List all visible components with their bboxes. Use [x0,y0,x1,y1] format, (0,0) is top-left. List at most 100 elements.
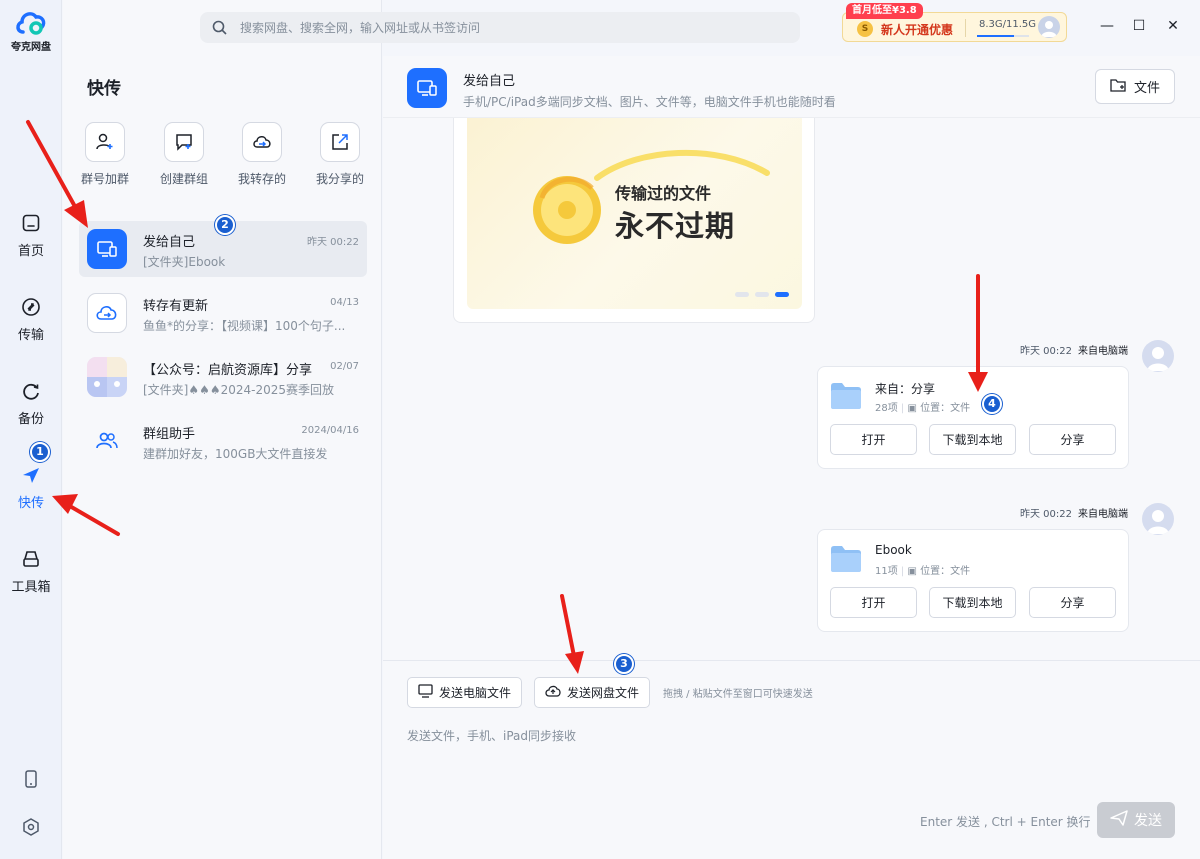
promo-card: 传输过的文件 永不过期 [453,118,815,323]
message-source: 来自电脑端 [1078,509,1128,520]
share-out-icon [320,122,360,162]
drag-hint: 拖拽 / 粘贴文件至窗口可快速发送 [663,689,813,700]
maximize-button[interactable]: ☐ [1129,16,1149,36]
group-avatar [87,357,127,397]
conversation-preview: 鱼鱼*的分享：【视频课】100个句子... [143,319,346,333]
chat-title: 发给自己 [463,74,516,89]
app-name: 夸克网盘 [11,42,51,53]
promo-banner-image[interactable]: 传输过的文件 永不过期 [467,118,802,309]
conversation-item[interactable]: 群组助手 建群加好友，100GB大文件直接发 2024/04/16 [79,413,367,469]
devices-icon [407,68,447,108]
enter-hint: Enter 发送 , Ctrl + Enter 换行 [920,815,1091,829]
add-person-icon [85,122,125,162]
conversation-name: 群组助手 [143,427,196,442]
file-card[interactable]: 来自：分享 28项 | ▣ 位置：文件 打开 下载到本地 分享 [817,366,1129,469]
conversation-time: 2024/04/16 [301,425,359,436]
conversation-name: 发给自己 [143,235,196,250]
folder-meta: 28项 | ▣ 位置：文件 [875,403,971,414]
my-shared-label: 我分享的 [315,172,364,186]
send-pc-file-label: 发送电脑文件 [439,686,512,700]
send-icon [1110,810,1128,830]
folder-icon [831,383,861,409]
avatar[interactable] [1038,16,1060,38]
avatar [1142,503,1174,535]
conversation-item[interactable]: 转存有更新 鱼鱼*的分享：【视频课】100个句子... 04/13 [79,285,367,341]
nav-transfer[interactable]: 传输 [0,296,62,343]
download-button[interactable]: 下载到本地 [929,424,1016,455]
send-cloud-file-label: 发送网盘文件 [567,686,640,700]
new-chat-icon [164,122,204,162]
chat-header: 发给自己 手机/PC/iPad多端同步文档、图片、文件等，电脑文件手机也能随时看… [383,56,1200,118]
folder-name: 来自：分享 [875,382,936,396]
my-saved-label: 我转存的 [237,172,286,186]
conversation-name: 转存有更新 [143,299,209,314]
divider [965,19,966,37]
message-input[interactable]: 发送文件，手机、iPad同步接收 [407,727,1167,744]
carousel-dots[interactable] [735,292,789,297]
app-logo[interactable]: 夸克网盘 [8,8,54,53]
send-button[interactable]: 发送 [1097,802,1175,838]
conversation-preview: [文件夹]♠♠♠2024-2025赛季回放 [143,383,335,397]
cloud-icon [545,684,561,701]
toolbox-icon [20,548,42,570]
monitor-icon [418,684,433,701]
nav-toolbox[interactable]: 工具箱 [0,548,62,595]
download-button[interactable]: 下载到本地 [929,587,1016,618]
search-icon [212,20,227,39]
settings-icon[interactable] [20,816,42,838]
folder-icon [1110,78,1126,96]
nav-toolbox-label: 工具箱 [11,580,51,595]
coin-icon: S [857,21,873,37]
storage-bar [977,35,1029,37]
conversation-time: 昨天 00:22 [307,237,359,248]
chat-subtitle: 手机/PC/iPad多端同步文档、图片、文件等，电脑文件手机也能随时看 [463,95,836,109]
composer: 发送电脑文件 发送网盘文件 拖拽 / 粘贴文件至窗口可快速发送 发送文件，手机、… [383,660,1200,859]
create-group-label: 创建群组 [159,172,208,186]
search-input[interactable] [240,18,780,38]
nav-backup[interactable]: 备份 [0,380,62,427]
conversation-item[interactable]: 【公众号：启航资源库】分享 [文件夹]♠♠♠2024-2025赛季回放 02/0… [79,349,367,405]
my-saved-button[interactable]: 我转存的 [222,122,302,187]
conversation-preview: [文件夹]Ebook [143,255,226,269]
nav-home[interactable]: 首页 [0,212,62,259]
conversation-time: 02/07 [330,361,359,372]
devices-icon [87,229,127,269]
phone-icon[interactable] [20,768,42,790]
panel-title: 快传 [87,79,121,99]
item-count: 28项 [875,403,898,414]
location-icon: ▣ [907,403,917,414]
open-button[interactable]: 打开 [830,587,917,618]
send-label: 发送 [1134,813,1162,829]
send-pc-file-button[interactable]: 发送电脑文件 [407,677,523,708]
files-button[interactable]: 文件 [1095,69,1175,104]
cloud-logo-icon [14,8,48,36]
share-button[interactable]: 分享 [1029,424,1116,455]
close-button[interactable]: ✕ [1163,16,1183,36]
create-group-button[interactable]: 创建群组 [144,122,224,187]
minimize-button[interactable]: — [1097,16,1117,36]
nav-home-label: 首页 [17,244,44,259]
folder-meta: 11项 | ▣ 位置：文件 [875,566,971,577]
home-icon [20,212,42,234]
message-time: 昨天 00:22 [1020,509,1072,520]
folder-location: 位置：文件 [920,403,971,414]
annotation-badge-1: 1 [30,442,50,462]
send-cloud-file-button[interactable]: 发送网盘文件 [534,677,651,708]
file-card[interactable]: Ebook 11项 | ▣ 位置：文件 打开 下载到本地 分享 [817,529,1129,632]
annotation-badge-4: 4 [982,394,1002,414]
item-count: 11项 [875,566,898,577]
storage-quota: 8.3G/11.5G [979,19,1037,30]
quick-send-icon [20,464,42,486]
share-button[interactable]: 分享 [1029,587,1116,618]
join-group-button[interactable]: 群号加群 [65,122,145,187]
my-shared-button[interactable]: 我分享的 [300,122,380,187]
search-bar[interactable] [200,12,800,43]
nav-quick-send[interactable]: 快传 [0,464,62,511]
message-meta: 昨天 00:22 来自电脑端 [1020,342,1128,357]
open-button[interactable]: 打开 [830,424,917,455]
message-source: 来自电脑端 [1078,346,1128,357]
folder-location: 位置：文件 [920,566,971,577]
folder-icon [831,546,861,572]
location-icon: ▣ [907,566,917,577]
conversation-time: 04/13 [330,297,359,308]
